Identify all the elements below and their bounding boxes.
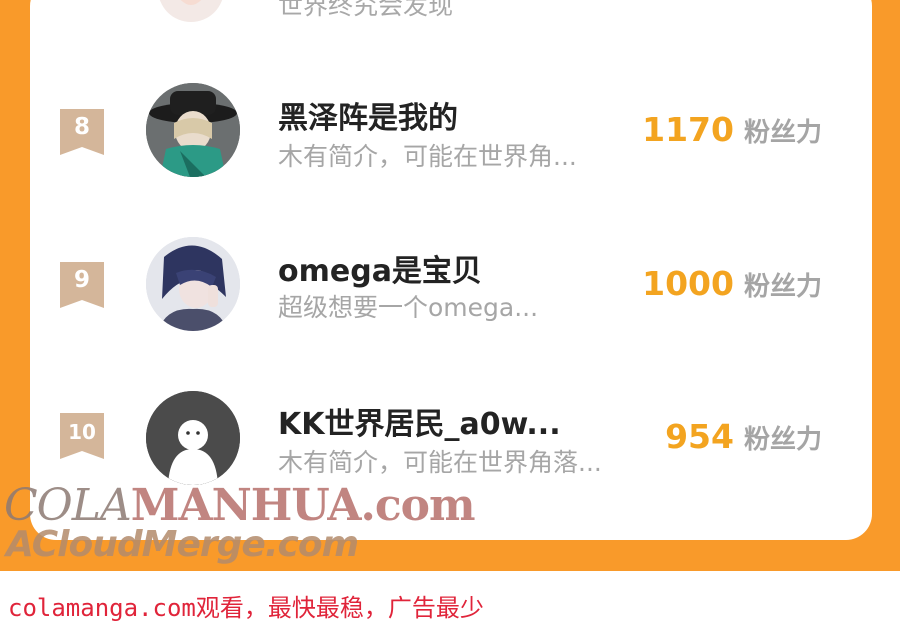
user-bio: 木有简介，可能在世界角... (278, 142, 577, 171)
watermark-acloudmerge: ACloudMerge.com (6, 524, 359, 565)
rank-number: 9 (73, 267, 90, 293)
footer-notice: colamanga.com观看，最快最稳，广告最少 (8, 594, 484, 622)
user-bio: 超级想要一个omega... (278, 293, 539, 322)
rank-badge: 9 (60, 262, 104, 308)
fans-number: 1170 (642, 110, 734, 149)
rank-badge: 10 (60, 413, 104, 459)
fans-score: 954 粉丝力 (665, 417, 822, 456)
rank-badge: 8 (60, 109, 104, 155)
avatar[interactable] (146, 391, 240, 485)
list-item[interactable]: 10 KK世界居民_a0w... 木有简介，可能在世界角落... 954 粉丝力 (0, 385, 900, 495)
previous-bio: 世界终究会发现 (278, 0, 454, 20)
user-name: omega是宝贝 (278, 254, 482, 289)
user-bio: 木有简介，可能在世界角落... (278, 448, 602, 477)
fans-unit: 粉丝力 (743, 272, 822, 302)
list-item[interactable]: 8 黑泽阵是我的 木有简介，可能在世界角... 1170 粉丝力 (0, 75, 900, 185)
fans-number: 1000 (642, 264, 734, 303)
list-item[interactable]: 9 omega是宝贝 超级想要一个omega... 1000 粉丝力 (0, 230, 900, 340)
rank-number: 8 (73, 114, 90, 140)
fans-unit: 粉丝力 (743, 118, 822, 148)
fans-unit: 粉丝力 (743, 425, 822, 455)
fans-score: 1000 粉丝力 (642, 264, 822, 303)
user-name: KK世界居民_a0w... (278, 407, 561, 442)
rank-number: 10 (68, 420, 96, 444)
avatar[interactable] (146, 237, 240, 331)
avatar[interactable] (146, 83, 240, 177)
fans-number: 954 (665, 417, 734, 456)
user-name: 黑泽阵是我的 (278, 101, 458, 136)
fans-score: 1170 粉丝力 (642, 110, 822, 149)
